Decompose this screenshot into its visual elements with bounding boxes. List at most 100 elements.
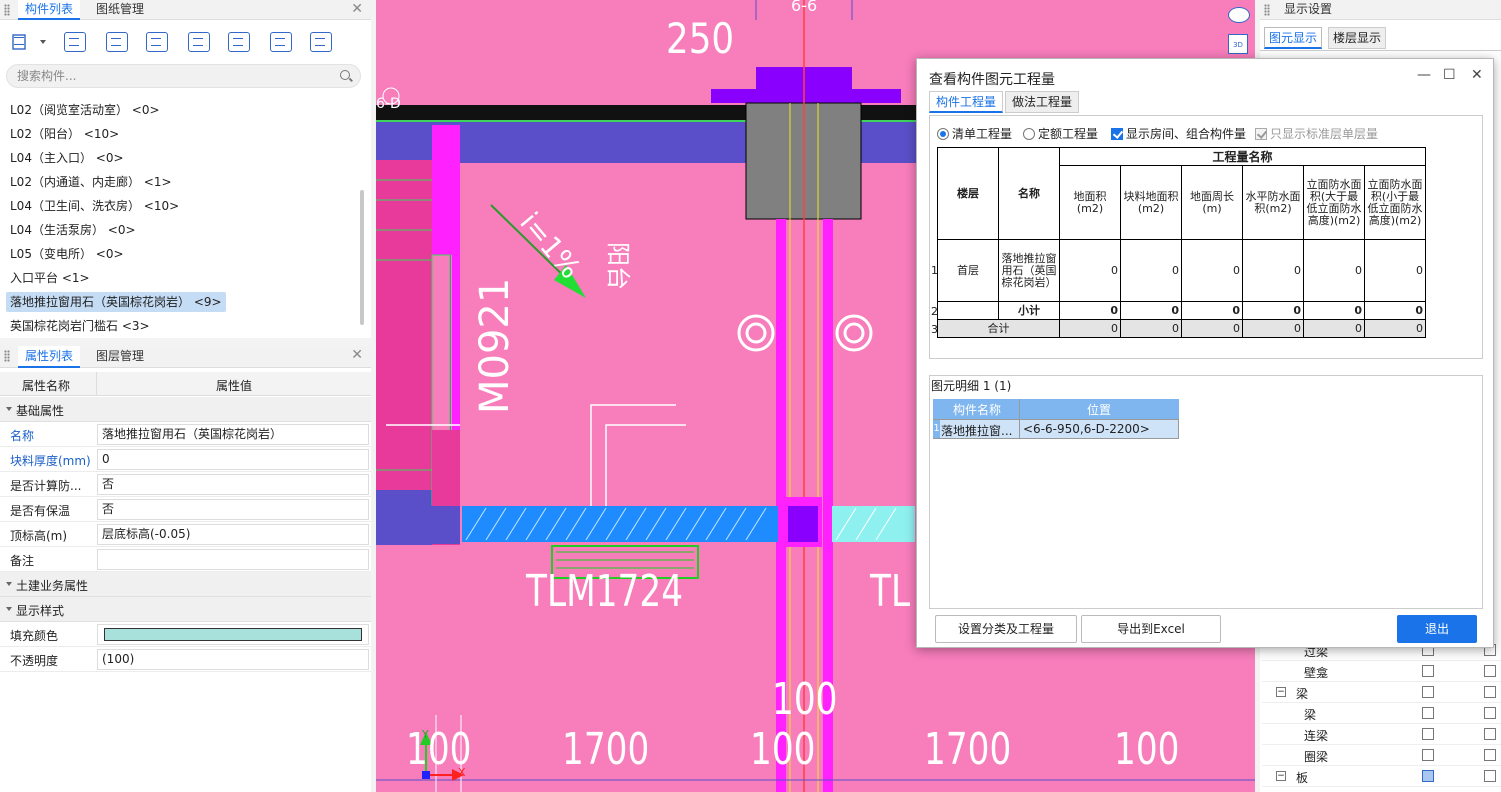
visibility-checkbox[interactable]	[1484, 686, 1496, 698]
detail-position: <6-6-950,6-D-2200>	[1023, 422, 1150, 436]
tab-component-quantity[interactable]: 构件工程量	[929, 91, 1004, 113]
display-tree-row[interactable]: − 梁	[1262, 682, 1501, 703]
3d-view-icon[interactable]: 3D	[1228, 34, 1248, 54]
minimize-icon[interactable]: —	[1417, 67, 1431, 83]
close-icon[interactable]: ✕	[351, 347, 363, 363]
display-tree-row[interactable]: 壁龛	[1262, 661, 1501, 682]
search-icon[interactable]	[340, 70, 350, 80]
property-row: 是否有保温 否	[0, 497, 371, 522]
option-standard-floor[interactable]: 只显示标准层单层量	[1255, 125, 1378, 142]
component-list-item[interactable]: L05（变电所） <0>	[6, 244, 128, 264]
cell-subtotal: 小计	[998, 301, 1060, 320]
visibility-checkbox[interactable]	[1484, 770, 1496, 782]
dropdown-arrow-icon[interactable]	[40, 40, 46, 47]
component-list-item[interactable]: 入口平台 <1>	[6, 268, 94, 288]
property-value[interactable]: 否	[97, 499, 369, 520]
classify-quantity-button[interactable]: 设置分类及工程量	[935, 615, 1077, 643]
visibility-checkbox[interactable]	[1484, 749, 1496, 761]
option-show-rooms[interactable]: 显示房间、组合构件量	[1111, 125, 1246, 142]
visibility-checkbox[interactable]	[1422, 686, 1434, 698]
export-excel-button[interactable]: 导出到Excel	[1081, 615, 1221, 643]
component-list-item[interactable]: L02（阅览室活动室） <0>	[6, 100, 164, 120]
maximize-icon[interactable]: ☐	[1443, 67, 1456, 83]
component-list-item[interactable]: L04（生活泵房） <0>	[6, 220, 140, 240]
visibility-checkbox[interactable]	[1422, 707, 1434, 719]
dialog-title: 查看构件图元工程量	[929, 72, 1055, 88]
quantity-cell: 0	[1059, 301, 1121, 320]
property-value[interactable]: 否	[97, 474, 369, 495]
visibility-checkbox[interactable]	[1422, 665, 1434, 677]
property-key: 名称	[10, 429, 35, 443]
collapse-icon[interactable]: −	[1276, 771, 1286, 781]
exit-button[interactable]: 退出	[1397, 615, 1477, 643]
tab-method-quantity[interactable]: 做法工程量	[1005, 91, 1080, 113]
drag-grip-icon[interactable]	[4, 350, 10, 362]
properties-icon[interactable]	[270, 32, 292, 52]
detail-label-text: 图元明细	[931, 379, 980, 393]
list-icon[interactable]	[310, 32, 332, 52]
option-quota-quantity[interactable]: 定额工程量	[1023, 125, 1098, 142]
visibility-checkbox[interactable]	[1422, 770, 1434, 782]
property-value[interactable]: 层底标高(-0.05)	[97, 524, 369, 545]
copy-icon[interactable]	[64, 32, 86, 52]
group-basic-properties[interactable]: 基础属性	[0, 397, 371, 422]
drag-grip-icon[interactable]	[1264, 4, 1270, 16]
tab-element-display[interactable]: 图元显示	[1264, 27, 1323, 49]
dim-label: 100	[750, 724, 816, 775]
edit-icon[interactable]	[228, 32, 250, 52]
row-index: 2	[931, 305, 938, 318]
duplicate-floor-icon[interactable]	[146, 32, 168, 52]
close-icon[interactable]: ✕	[351, 1, 363, 17]
visibility-checkbox[interactable]	[1484, 728, 1496, 740]
component-list-item[interactable]: L04（主入口） <0>	[6, 148, 128, 168]
balcony-label: 阳台	[604, 242, 632, 290]
tab-property-list[interactable]: 属性列表	[18, 346, 80, 368]
display-tree-row[interactable]: − 板	[1262, 766, 1501, 787]
header-property-value: 属性值	[216, 379, 253, 393]
row-index: 1	[931, 264, 938, 277]
filter-icon[interactable]	[188, 32, 210, 52]
visibility-checkbox[interactable]	[1484, 665, 1496, 677]
display-tree-row[interactable]: 梁	[1262, 703, 1501, 724]
component-list-item[interactable]: L02（阳台） <10>	[6, 124, 123, 144]
tab-component-list[interactable]: 构件列表	[18, 0, 80, 20]
radio-selected-icon	[937, 128, 949, 140]
fill-color-swatch[interactable]	[97, 624, 369, 645]
property-key: 备注	[10, 554, 35, 568]
component-list-item[interactable]: 英国棕花岗岩门槛石 <3>	[6, 316, 154, 336]
option-label: 定额工程量	[1038, 127, 1099, 141]
search-input[interactable]: 搜索构件...	[6, 64, 361, 88]
collapse-icon[interactable]: −	[1276, 687, 1286, 697]
close-icon[interactable]: ✕	[1471, 67, 1483, 83]
component-list-item[interactable]: 落地推拉窗用石（英国棕花岗岩） <9>	[6, 292, 226, 312]
component-list-item[interactable]: L02（内通道、内走廊） <1>	[6, 172, 176, 192]
visibility-checkbox[interactable]	[1484, 707, 1496, 719]
detail-table: 构件名称 位置 1 落地推拉窗... <6-6-950,6-D-2200>	[933, 399, 1179, 439]
property-row: 是否计算防... 否	[0, 472, 371, 497]
visibility-checkbox[interactable]	[1422, 728, 1434, 740]
detail-name: 落地推拉窗...	[941, 424, 1013, 438]
component-list-item[interactable]: L04（卫生间、洗衣房） <10>	[6, 196, 183, 216]
new-component-icon[interactable]	[10, 32, 32, 52]
display-tree-row[interactable]: 圈梁	[1262, 745, 1501, 766]
property-value[interactable]: 0	[97, 449, 369, 470]
detail-divider	[1019, 399, 1020, 439]
option-list-quantity[interactable]: 清单工程量	[937, 125, 1012, 142]
property-value[interactable]	[97, 549, 369, 570]
drag-grip-icon[interactable]	[4, 4, 10, 16]
group-display-style[interactable]: 显示样式	[0, 597, 371, 622]
display-tree-row[interactable]: 连梁	[1262, 724, 1501, 745]
visibility-checkbox[interactable]	[1422, 749, 1434, 761]
view-mode-icon[interactable]	[1228, 7, 1250, 23]
tab-layer-management[interactable]: 图层管理	[96, 346, 144, 368]
header-quantity-group: 工程量名称	[1059, 147, 1426, 166]
group-civil-properties[interactable]: 土建业务属性	[0, 572, 371, 597]
delete-icon[interactable]	[106, 32, 128, 52]
tab-floor-display[interactable]: 楼层显示	[1328, 27, 1387, 49]
opacity-field[interactable]: (100)	[97, 649, 369, 670]
window-label-tlm1724: TLM1724	[526, 566, 684, 617]
component-list-scrollbar[interactable]	[360, 190, 364, 325]
property-value[interactable]: 落地推拉窗用石（英国棕花岗岩）	[97, 424, 369, 445]
axis-label-6-6: 6-6	[791, 0, 818, 15]
tab-drawing-management[interactable]: 图纸管理	[96, 0, 144, 20]
